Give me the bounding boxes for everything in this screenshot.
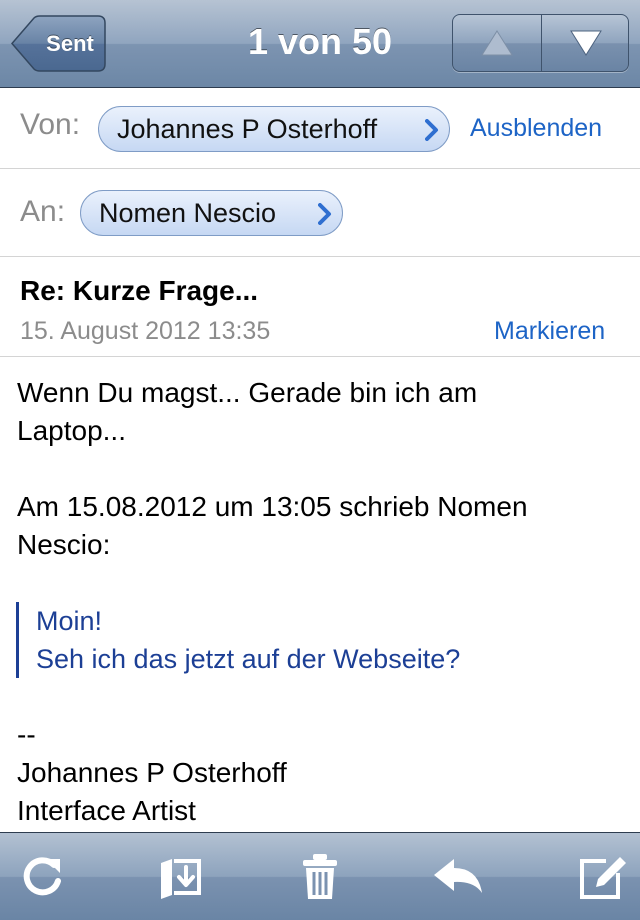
chevron-right-icon xyxy=(425,119,438,141)
trash-icon xyxy=(303,854,337,899)
signature-separator: -- xyxy=(17,719,36,750)
arrow-up-icon xyxy=(481,30,513,56)
body-line: Nescio: xyxy=(17,529,111,560)
from-row: Von: Johannes P Osterhoff Ausblenden xyxy=(0,88,640,169)
page-title: 1 von 50 xyxy=(247,21,393,62)
reply-icon xyxy=(434,859,482,893)
quote-attribution: Am 15.08.2012 um 13:05 schrieb Nomen Nes… xyxy=(17,488,528,564)
arrow-down-icon xyxy=(570,30,602,56)
next-message-button[interactable] xyxy=(542,15,628,71)
mark-link[interactable]: Markieren xyxy=(494,317,605,346)
sender-name: Johannes P Osterhoff xyxy=(117,114,378,144)
from-label: Von: xyxy=(20,108,81,141)
reply-button[interactable] xyxy=(432,851,484,903)
compose-button[interactable] xyxy=(576,851,628,903)
signature-name: Johannes P Osterhoff xyxy=(17,757,287,788)
chevron-right-icon xyxy=(318,203,331,225)
hide-details-link[interactable]: Ausblenden xyxy=(470,114,602,143)
message-subject: Re: Kurze Frage... xyxy=(20,275,259,306)
quote-line: Seh ich das jetzt auf der Webseite? xyxy=(36,644,461,674)
previous-message-button[interactable] xyxy=(453,15,542,71)
signature: -- Johannes P Osterhoff Interface Artist xyxy=(17,716,287,830)
compose-icon xyxy=(580,857,626,899)
delete-button[interactable] xyxy=(294,851,346,903)
signature-title: Interface Artist xyxy=(17,795,196,826)
quoted-text: Moin! Seh ich das jetzt auf der Webseite… xyxy=(16,602,460,678)
quote-line: Moin! xyxy=(36,606,103,636)
body-line: Am 15.08.2012 um 13:05 schrieb Nomen xyxy=(17,491,528,522)
recipient-chip[interactable]: Nomen Nescio xyxy=(80,190,343,236)
move-message-button[interactable] xyxy=(155,851,207,903)
back-button-label: Sent xyxy=(46,31,94,56)
refresh-button[interactable] xyxy=(16,851,68,903)
move-to-folder-icon xyxy=(161,859,201,899)
message-date: 15. August 2012 13:35 xyxy=(20,317,271,345)
navigation-bar: Sent 1 von 50 xyxy=(0,0,640,88)
body-line: Laptop... xyxy=(17,415,126,446)
sender-chip[interactable]: Johannes P Osterhoff xyxy=(98,106,450,152)
to-row: An: Nomen Nescio xyxy=(0,169,640,257)
refresh-icon xyxy=(23,857,61,896)
bottom-toolbar xyxy=(0,832,640,920)
recipient-name: Nomen Nescio xyxy=(99,198,277,228)
to-label: An: xyxy=(20,195,66,228)
body-line: Wenn Du magst... Gerade bin ich am xyxy=(17,377,478,408)
message-navigation-control xyxy=(452,14,629,72)
back-button[interactable]: Sent xyxy=(10,15,106,72)
message-paragraph: Wenn Du magst... Gerade bin ich am Lapto… xyxy=(17,374,477,450)
